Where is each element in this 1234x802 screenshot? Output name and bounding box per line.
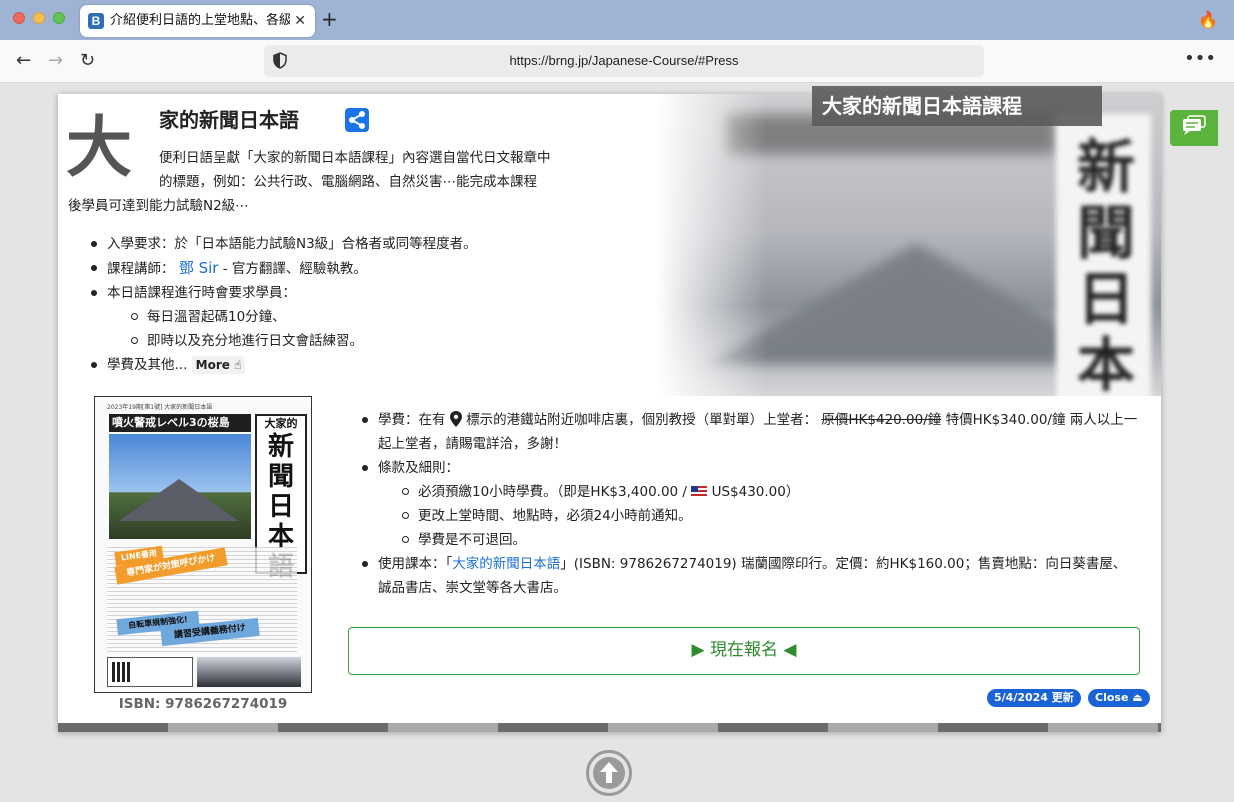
textbook-prefix: 使用課本：「 (378, 556, 453, 572)
terms-list: 必須預繳10小時學費。（即是HK$3,400.00 / US$430.00） 更… (378, 480, 1138, 552)
hero-title: 大家的新聞日本語課程 (812, 86, 1102, 126)
course-card: 新聞日本 大 家的新聞日本語 便利日語呈獻「大家的新聞日本語課程」內容選自當代日… (58, 94, 1161, 732)
chat-button[interactable] (1170, 110, 1218, 146)
forward-button[interactable]: → (48, 51, 63, 71)
book-vertical-subtitle: 大家的 (264, 417, 298, 430)
pointing-hand-icon: ☝ (234, 358, 242, 372)
course-title: 家的新聞日本語 (159, 108, 299, 132)
prepay-usd: US$430.00） (711, 484, 800, 500)
terms-entry: 必須預繳10小時學費。（即是HK$3,400.00 / US$430.00） (402, 480, 1138, 504)
qr-code-icon (112, 662, 132, 682)
book-photo (109, 434, 251, 539)
hero-image: 新聞日本 (656, 94, 1161, 396)
expectations-label: 本日語課程進行時會要求學員： (107, 285, 296, 301)
page-viewport: 新聞日本 大 家的新聞日本語 便利日語呈獻「大家的新聞日本語課程」內容選自當代日… (0, 84, 1234, 802)
address-bar[interactable]: https://brng.jp/Japanese-Course/#Press (264, 45, 984, 77)
browser-tab-bar: B 介紹便利日語的上堂地點、各級日 ✕ + 🔥 (0, 0, 1234, 40)
expectation-item: 每日溫習起碼10分鐘、 (131, 305, 477, 329)
original-price: 原價HK$420.00/鐘 (821, 412, 942, 428)
textbook-link[interactable]: 大家的新聞日本語 (452, 556, 560, 572)
teacher-link[interactable]: 鄧 Sir (179, 259, 219, 277)
book-volcano (119, 479, 239, 521)
book-cover-image: 2023年19期[第1號] 大家的新聞日本語 噴火警戒レベル3の桜島 大家的 新… (94, 396, 312, 693)
terms-item: 條款及細則： 必須預繳10小時學費。（即是HK$3,400.00 / US$43… (362, 456, 1138, 552)
fee-prefix: 學費：在有 (378, 412, 446, 428)
more-label: More (195, 358, 230, 372)
url-text[interactable]: https://brng.jp/Japanese-Course/#Press (264, 52, 984, 70)
scroll-to-top-button[interactable] (586, 750, 632, 796)
hero-fade (656, 94, 766, 396)
window-minimize-button[interactable] (33, 12, 45, 24)
intro-line: 的標題，例如：公共行政、電腦網路、自然災害⋯能完成本課程 (159, 174, 537, 190)
course-requirements: 入學要求：於「日本語能力試驗N3級」合格者或同等程度者。 課程講師： 鄧 Sir… (91, 232, 477, 377)
fee-details: 學費：在有 標示的港鐵站附近咖啡店裏，個別教授（單對單）上堂者： 原價HK$42… (362, 408, 1138, 600)
tab-close-icon[interactable]: ✕ (294, 12, 306, 30)
chat-bubbles-icon (1183, 115, 1206, 135)
more-menu-icon[interactable]: ••• (1184, 50, 1216, 68)
updated-date-badge: 5/4/2024 更新 (987, 689, 1081, 707)
isbn-caption: ISBN: 9786267274019 (118, 696, 288, 712)
window-close-button[interactable] (13, 12, 25, 24)
expectations-list: 每日溫習起碼10分鐘、 即時以及充分地進行日文會話練習。 (107, 305, 477, 353)
book-thumbnail (197, 657, 301, 687)
card-bottom-stripe (58, 723, 1161, 732)
share-button[interactable] (345, 108, 369, 132)
more-button[interactable]: More ☝ (191, 356, 246, 374)
prepay-text: 必須預繳10小時學費。（即是HK$3,400.00 / (418, 484, 687, 500)
teacher-item: 課程講師： 鄧 Sir - 官方翻譯、經驗執教。 (91, 256, 477, 281)
fees-other-label: 學費及其他... (107, 357, 188, 373)
terms-entry: 學費是不可退回。 (402, 528, 1138, 552)
new-tab-button[interactable]: + (321, 9, 338, 29)
hero-kanji: 新聞日本 (1076, 133, 1135, 396)
window-zoom-button[interactable] (53, 12, 65, 24)
book-headline: 噴火警戒レベル3の桜島 (109, 414, 251, 432)
enroll-now-button[interactable]: ▶ 現在報名 ◀ (348, 627, 1140, 675)
flame-icon[interactable]: 🔥 (1198, 10, 1218, 29)
reload-button[interactable]: ↻ (80, 51, 95, 71)
browser-tab[interactable]: B 介紹便利日語的上堂地點、各級日 ✕ (80, 5, 315, 37)
fees-other-item: 學費及其他... More ☝ (91, 353, 477, 377)
intro-line: 便利日語呈獻「大家的新聞日本語課程」內容選自當代日文報章中 (159, 150, 551, 166)
book-qr-box (107, 657, 193, 687)
textbook-item: 使用課本：「大家的新聞日本語」(ISBN: 9786267274019) 瑞蘭國… (362, 552, 1138, 600)
terms-entry: 更改上堂時間、地點時，必須24小時前通知。 (402, 504, 1138, 528)
expectation-item: 即時以及充分地進行日文會話練習。 (131, 329, 477, 353)
us-flag-icon (691, 486, 708, 497)
course-intro: 便利日語呈獻「大家的新聞日本語課程」內容選自當代日文報章中 的標題，例如：公共行… (68, 146, 588, 218)
tab-title: 介紹便利日語的上堂地點、各級日 (110, 13, 290, 28)
browser-nav-bar: ← → ↻ https://brng.jp/Japanese-Course/#P… (0, 40, 1234, 83)
back-button[interactable]: ← (16, 51, 31, 71)
expectations-item: 本日語課程進行時會要求學員： 每日溫習起碼10分鐘、 即時以及充分地進行日文會話… (91, 281, 477, 353)
terms-label: 條款及細則： (378, 460, 459, 476)
map-pin-icon[interactable] (449, 411, 462, 427)
fee-description: 標示的港鐵站附近咖啡店裏，個別教授（單對單）上堂者： (466, 412, 818, 428)
fee-item: 學費：在有 標示的港鐵站附近咖啡店裏，個別教授（單對單）上堂者： 原價HK$42… (362, 408, 1138, 456)
arrow-up-circle-icon (593, 757, 625, 789)
site-favicon-icon: B (88, 13, 104, 29)
teacher-label: 課程講師： (107, 261, 175, 277)
intro-line: 後學員可達到能力試驗N2級⋯ (68, 198, 249, 214)
book-issue-text: 2023年19期[第1號] 大家的新聞日本語 (107, 404, 213, 411)
entry-requirement: 入學要求：於「日本語能力試驗N3級」合格者或同等程度者。 (91, 232, 477, 256)
close-button[interactable]: Close ⏏ (1088, 689, 1150, 707)
teacher-description: - 官方翻譯、經驗執教。 (218, 261, 367, 277)
share-icon (349, 111, 365, 129)
